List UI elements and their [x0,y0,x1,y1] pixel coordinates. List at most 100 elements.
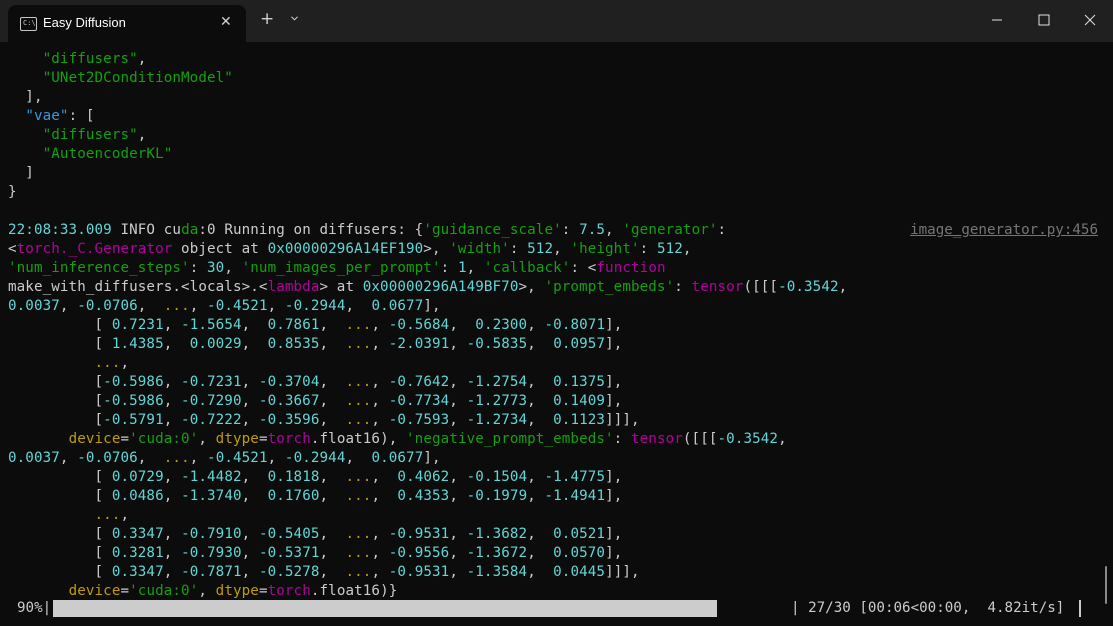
terminal-text: , [163,469,182,485]
terminal-text: ]]], [605,412,640,428]
terminal-text: -0.3542 [778,279,839,295]
terminal-text: , [241,336,268,352]
terminal-text: -1.4775 [544,469,606,485]
terminal-text: ... [94,507,121,523]
terminal-line: ..., [8,506,1098,525]
terminal-text: da [181,222,199,238]
terminal-text: -0.8071 [544,317,606,333]
terminal-text: -0.5791 [103,412,164,428]
terminal-line: [ 0.0729, -1.4482, 0.1818, ..., 0.4062, … [8,468,1098,487]
terminal-text: , [371,526,389,542]
terminal-text: = [120,431,130,447]
terminal-text: , [449,545,467,561]
terminal-text: , [682,241,692,257]
terminal-text: 30 [207,260,225,276]
terminal-text: 22:08:33.009 [8,222,112,238]
terminal-text: device [68,431,121,447]
terminal-text: -0.7871 [181,564,242,580]
progress-bar [53,600,717,617]
terminal-text: , [163,545,182,561]
terminal-text: 0.2300 [475,317,528,333]
terminal-text: [ [8,317,112,333]
terminal-line: [ 1.4385, 0.0029, 0.8535, ..., -2.0391, … [8,335,1098,354]
terminal-text: , [120,507,130,523]
terminal-text: .float16), [310,431,407,447]
terminal-line: } [8,183,1098,202]
terminal-text: "diffusers" [42,51,138,67]
terminal-text: , [319,526,346,542]
terminal-text: , [120,355,130,371]
terminal-text: -0.0706 [77,298,138,314]
terminal-text: , [449,374,467,390]
terminal-text: , [371,488,398,504]
terminal-text: -0.5278 [258,564,320,580]
terminal-text: -1.4941 [544,488,606,504]
terminal-text: , [778,431,787,447]
terminal-text: , [59,298,78,314]
scrollbar[interactable] [1105,566,1107,604]
terminal-text: -0.2944 [284,298,346,314]
terminal-text: ... [345,374,372,390]
terminal-text: [ [8,564,112,580]
terminal-text: 0x00000296A149BF70 [362,279,519,295]
terminal-text: , [163,374,182,390]
terminal-text: ... [345,488,372,504]
terminal-text: -0.1979 [466,488,528,504]
terminal-text: , [466,260,484,276]
terminal-text: torch [267,431,311,447]
terminal-text: ... [94,355,121,371]
chevron-down-icon[interactable] [291,15,298,22]
terminal-line: [ 0.7231, -1.5654, 0.7861, ..., -0.5684,… [8,316,1098,335]
terminal-text: , [319,374,346,390]
maximize-icon[interactable] [1021,0,1067,40]
terminal-line: 'num_inference_steps': 30, 'num_images_p… [8,259,1098,278]
terminal-line: device='cuda:0', dtype=torch.float16), '… [8,430,1098,449]
terminal-text: 512 [527,241,554,257]
terminal-output[interactable]: "diffusers", "UNet2DConditionModel" ], "… [8,50,1098,601]
terminal-text: -0.5986 [103,374,164,390]
terminal-text: 0.0521 [553,526,606,542]
terminal-text: -0.3542 [717,431,779,447]
tab-easy-diffusion[interactable]: C:\ Easy Diffusion ✕ [8,5,246,42]
terminal-text: ... [345,412,372,428]
terminal-text: , [319,488,346,504]
minimize-icon[interactable] [974,0,1020,40]
new-tab-button[interactable]: + [260,9,274,29]
terminal-text: 'prompt_embeds' [544,279,675,295]
terminal-text: 0.3347 [111,526,164,542]
terminal-text: , [527,317,545,333]
terminal-text: , [163,317,182,333]
terminal-text: , [371,412,389,428]
close-tab-icon[interactable]: ✕ [220,14,232,30]
terminal-text: ... [345,336,372,352]
terminal-text: [ [8,488,112,504]
terminal-line: [-0.5986, -0.7290, -0.3667, ..., -0.7734… [8,392,1098,411]
terminal-text: ([[[ [743,279,779,295]
terminal-text: 0.1818 [267,469,320,485]
terminal-icon: C:\ [20,17,37,31]
terminal-text: -0.7910 [181,526,242,542]
terminal-text: : [639,241,657,257]
terminal-text: -0.5835 [466,336,528,352]
terminal-text: cu [163,222,182,238]
terminal-text: , [241,564,259,580]
close-icon[interactable] [1067,0,1113,40]
terminal-text: , [527,336,554,352]
terminal-text: >, [423,241,450,257]
terminal-text: -1.2754 [466,374,528,390]
terminal-text: torch._C.Generator [16,241,173,257]
terminal-text: : [509,241,528,257]
terminal-text: -0.5986 [103,393,164,409]
terminal-text: 0.0037 [8,298,60,314]
terminal-text: 0.0445 [553,564,606,580]
tab-title: Easy Diffusion [43,15,126,30]
terminal-text: -0.9531 [388,526,450,542]
terminal-text: = [120,583,130,599]
terminal-line: ], [8,88,1098,107]
terminal-text: [ [8,412,104,428]
